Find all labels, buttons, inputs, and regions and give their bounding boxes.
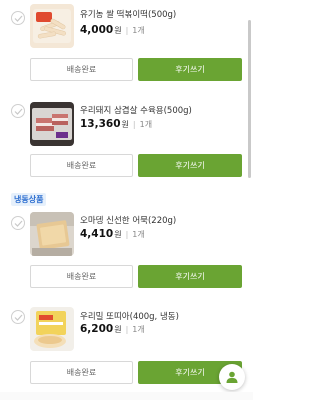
price-row: 13,360 원 | 1개 [80,118,152,130]
select-checkbox[interactable] [11,104,25,118]
currency: 원 [114,230,122,239]
price-row: 6,200 원 | 1개 [80,323,145,335]
quantity: 1개 [139,120,153,129]
select-checkbox[interactable] [11,11,25,25]
price: 4,000 [80,24,114,36]
currency: 원 [121,120,129,129]
currency: 원 [114,325,122,334]
divider: | [125,230,129,239]
product-thumbnail[interactable] [30,212,74,256]
divider: | [125,325,129,334]
currency: 원 [114,26,122,35]
check-icon [14,314,23,321]
write-review-button[interactable]: 후기쓰기 [138,154,242,177]
quantity: 1개 [132,26,145,35]
quantity: 1개 [132,325,145,334]
user-icon [226,371,238,383]
product-name[interactable]: 오마뎅 신선한 어묵(220g) [80,214,176,226]
product-name[interactable]: 우리밀 또띠아(400g, 냉동) [80,310,179,322]
delivered-button[interactable]: 배송완료 [30,58,133,81]
price-row: 4,000 원 | 1개 [80,24,145,36]
product-thumbnail[interactable] [30,4,74,48]
product-name[interactable]: 우리돼지 삼겹살 수육용(500g) [80,104,192,116]
price: 13,360 [80,118,121,130]
check-icon [14,220,23,227]
divider: | [132,120,136,129]
scrollbar[interactable] [248,20,251,178]
price: 4,410 [80,228,114,240]
delivered-button[interactable]: 배송완료 [30,361,133,384]
price: 6,200 [80,323,114,335]
product-thumbnail[interactable] [30,102,74,146]
write-review-button[interactable]: 후기쓰기 [138,265,242,288]
select-checkbox[interactable] [11,216,25,230]
divider: | [125,26,129,35]
price-row: 4,410 원 | 1개 [80,228,145,240]
check-icon [14,15,23,22]
check-icon [14,108,23,115]
product-thumbnail[interactable] [30,307,74,351]
delivered-button[interactable]: 배송완료 [30,265,133,288]
product-name[interactable]: 유기농 쌀 떡볶이떡(500g) [80,8,176,20]
floating-user-button[interactable] [219,364,245,390]
quantity: 1개 [132,230,145,239]
section-label-frozen: 냉동상품 [11,193,47,206]
bottom-edge [0,392,253,400]
select-checkbox[interactable] [11,310,25,324]
write-review-button[interactable]: 후기쓰기 [138,58,242,81]
delivered-button[interactable]: 배송완료 [30,154,133,177]
